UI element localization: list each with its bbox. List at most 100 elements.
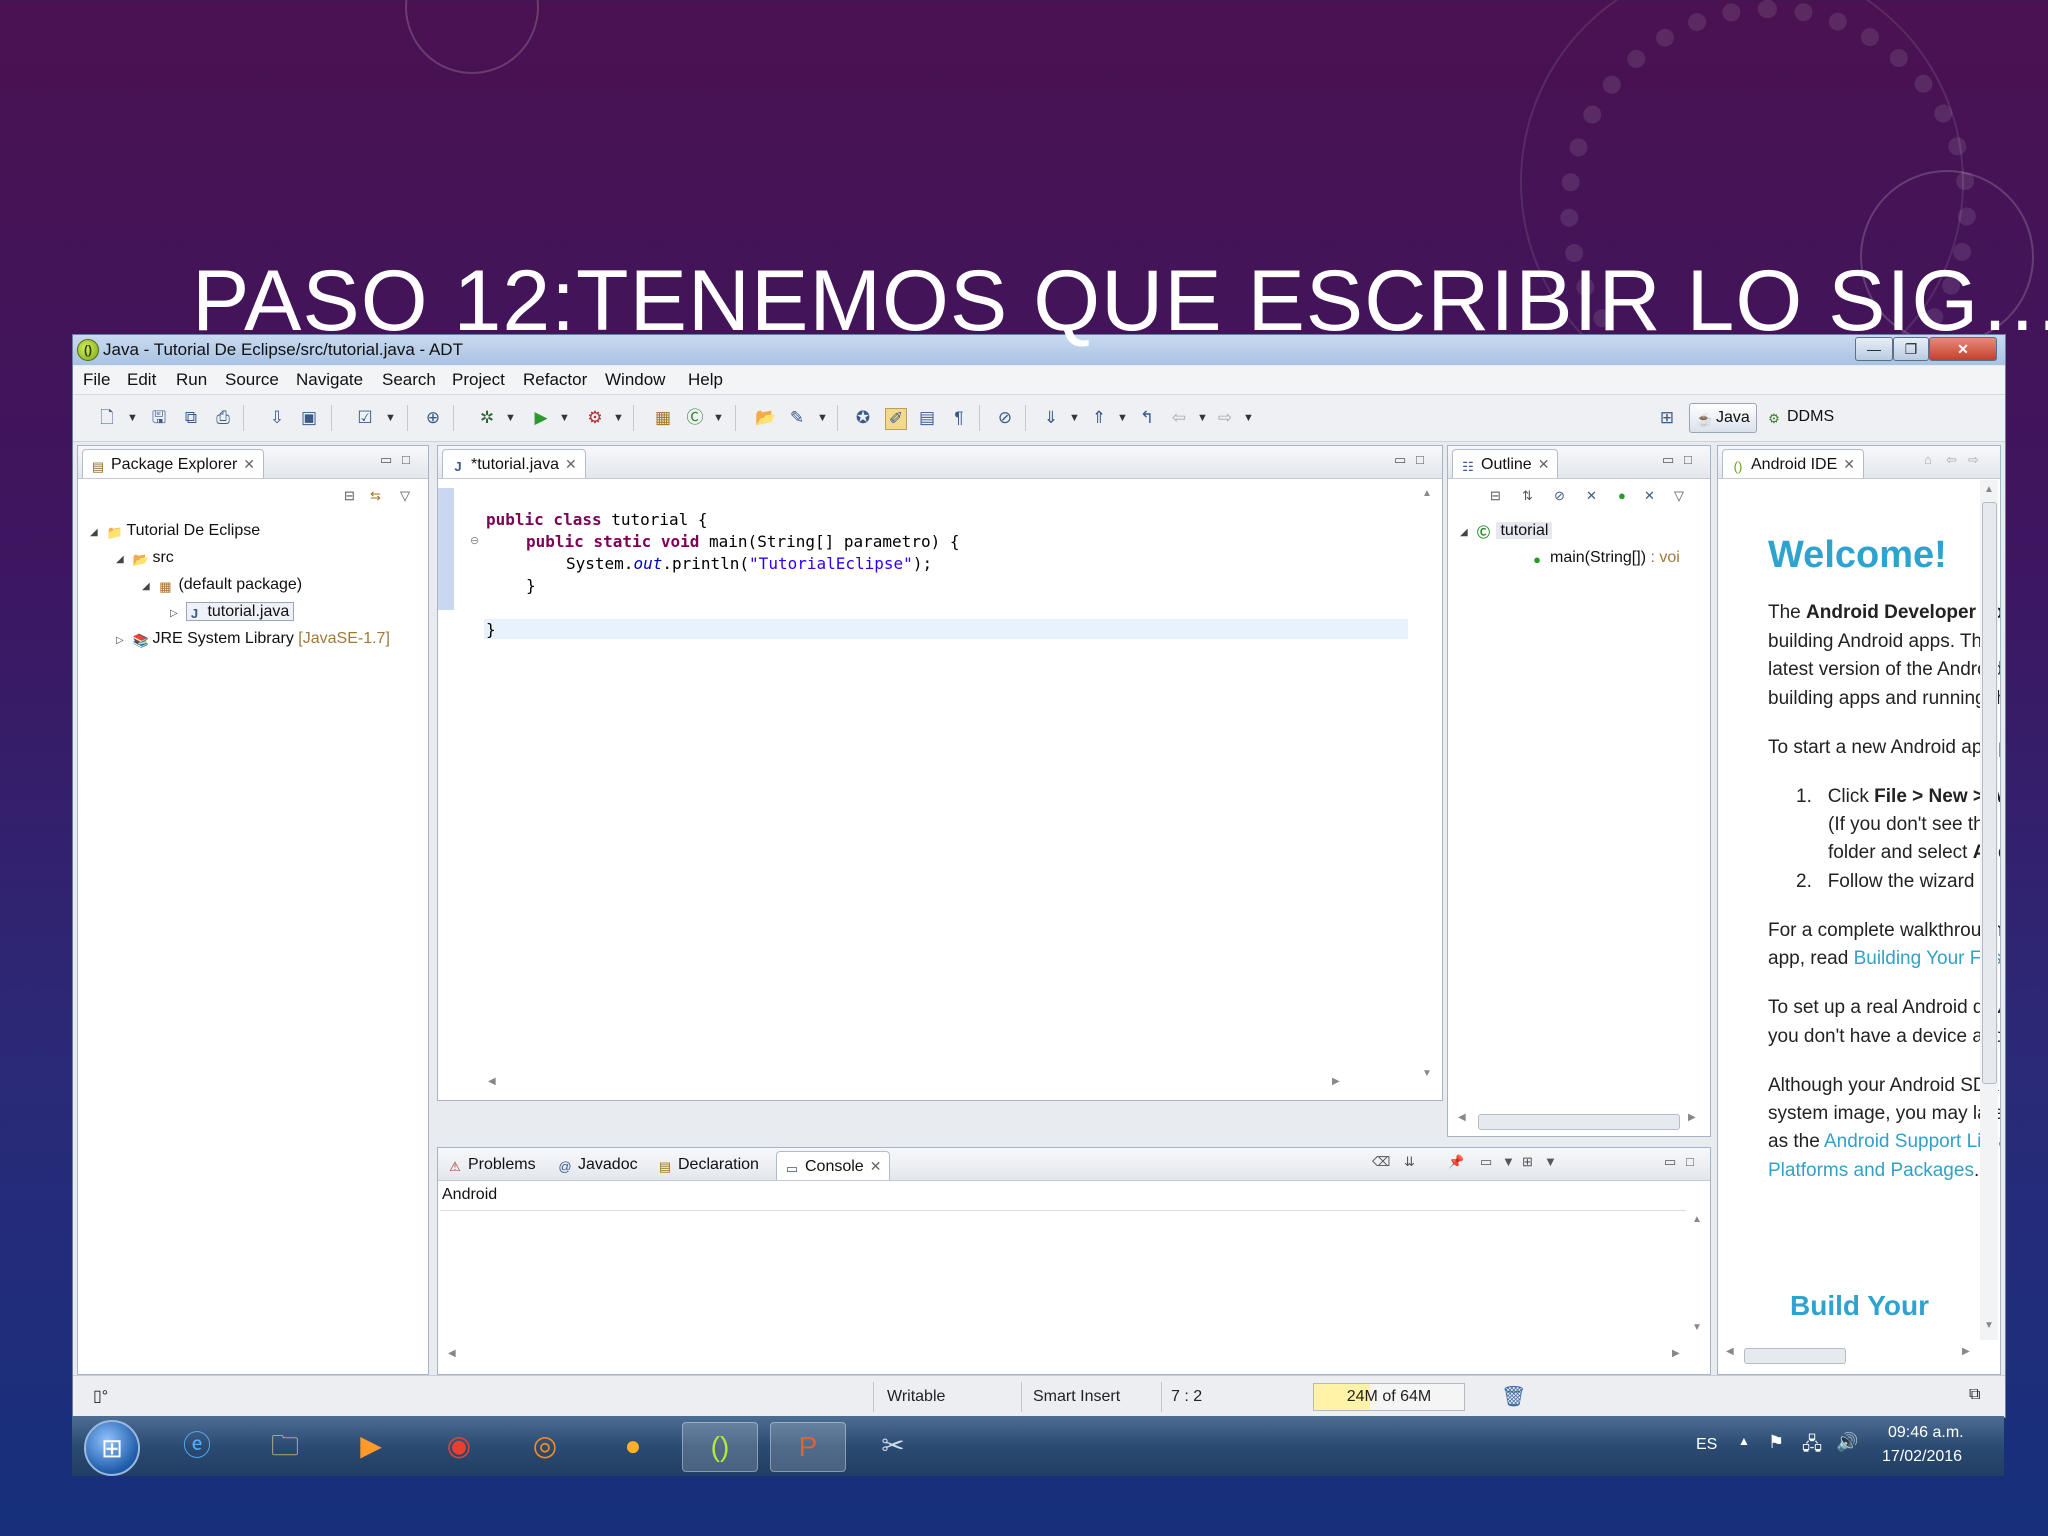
minimize-icon[interactable]: ▭ xyxy=(1394,452,1406,468)
expand-icon[interactable]: ◢ xyxy=(116,554,128,565)
clear-console-icon[interactable]: ⌫ xyxy=(1372,1154,1390,1170)
lint-icon[interactable]: ☑ xyxy=(355,408,375,428)
menu-project[interactable]: Project xyxy=(452,370,505,390)
close-icon[interactable]: ✕ xyxy=(870,1158,882,1174)
tab-problems[interactable]: ⚠ Problems xyxy=(440,1151,544,1179)
chevron-down-icon[interactable]: ▼ xyxy=(1069,408,1080,428)
building-first-app-link[interactable]: Building Your First A xyxy=(1854,948,2000,969)
volume-icon[interactable]: 🔊 xyxy=(1836,1432,1858,1453)
chevron-down-icon[interactable]: ▼ xyxy=(1243,408,1254,428)
scroll-right-icon[interactable]: ▶ xyxy=(1688,1112,1696,1123)
scroll-lock-icon[interactable]: ⇊ xyxy=(1404,1154,1415,1170)
mark-occurrences-icon[interactable]: ✐ xyxy=(885,408,907,430)
hide-static-icon[interactable]: ✕ xyxy=(1586,488,1597,504)
sdk-manager-icon[interactable]: ⇩ xyxy=(267,408,287,428)
taskbar-explorer-icon[interactable]: 🗀 xyxy=(248,1422,322,1470)
chevron-down-icon[interactable]: ▼ xyxy=(1117,408,1128,428)
minimize-icon[interactable]: ▭ xyxy=(1662,452,1674,468)
java-perspective-button[interactable]: ☕ Java xyxy=(1689,403,1757,433)
tree-jre-library[interactable]: ▷ 📚 JRE System Library [JavaSE-1.7] xyxy=(116,630,390,648)
maximize-icon[interactable]: □ xyxy=(1416,452,1424,467)
new-icon[interactable]: 🗋 xyxy=(97,408,117,428)
fold-toggle-icon[interactable]: ⊖ xyxy=(470,534,479,547)
tab-javadoc[interactable]: @ Javadoc xyxy=(550,1151,646,1179)
tab-console[interactable]: ▭ Console ✕ xyxy=(776,1151,891,1180)
pin-console-icon[interactable]: 📌 xyxy=(1448,1154,1464,1170)
scroll-right-icon[interactable]: ▶ xyxy=(1672,1348,1680,1359)
menu-search[interactable]: Search xyxy=(382,370,436,390)
back-icon[interactable]: ⇦ xyxy=(1169,408,1189,428)
debug-icon[interactable]: ✲ xyxy=(477,408,497,428)
menu-refactor[interactable]: Refactor xyxy=(523,370,587,390)
scroll-up-icon[interactable]: ▲ xyxy=(1692,1214,1702,1225)
scroll-down-icon[interactable]: ▼ xyxy=(1422,1068,1432,1079)
menu-edit[interactable]: Edit xyxy=(127,370,156,390)
taskbar-chrome-icon[interactable]: ◉ xyxy=(422,1422,496,1470)
outline-method[interactable]: ● main(String[]) : voi xyxy=(1530,549,1680,567)
run-icon[interactable]: ▶ xyxy=(531,408,551,428)
scroll-thumb[interactable] xyxy=(1982,502,1997,1084)
code-line-1[interactable]: public class tutorial { xyxy=(486,510,708,529)
scroll-thumb[interactable] xyxy=(1478,1114,1680,1130)
save-icon[interactable]: 🖫 xyxy=(149,408,169,428)
scroll-left-icon[interactable]: ◀ xyxy=(488,1076,496,1087)
scroll-left-icon[interactable]: ◀ xyxy=(448,1348,456,1359)
chevron-down-icon[interactable]: ▼ xyxy=(559,408,570,428)
minimize-trim-icon[interactable]: ⧉ xyxy=(1969,1386,1980,1404)
clock-date[interactable]: 17/02/2016 xyxy=(1882,1448,1962,1466)
chevron-down-icon[interactable]: ▼ xyxy=(713,408,724,428)
skip-breakpoints-icon[interactable]: ⊘ xyxy=(995,408,1015,428)
close-icon[interactable]: ✕ xyxy=(1843,456,1855,472)
sort-icon[interactable]: ⇅ xyxy=(1522,488,1533,504)
forward-icon[interactable]: ⇨ xyxy=(1215,408,1235,428)
maximize-icon[interactable]: □ xyxy=(1686,1154,1694,1169)
chevron-down-icon[interactable]: ▼ xyxy=(127,408,138,428)
open-type-icon[interactable]: 📂 xyxy=(755,408,776,428)
fast-view-icon[interactable]: ▯° xyxy=(93,1386,108,1406)
action-center-icon[interactable]: ⚑ xyxy=(1768,1432,1784,1453)
menu-run[interactable]: Run xyxy=(176,370,207,390)
tab-tutorial-java[interactable]: J *tutorial.java ✕ xyxy=(442,449,586,478)
tab-android-ide[interactable]: () Android IDE ✕ xyxy=(1722,449,1864,478)
console-output[interactable] xyxy=(440,1210,1686,1343)
home-icon[interactable]: ⌂ xyxy=(1924,452,1932,467)
menu-file[interactable]: File xyxy=(83,370,110,390)
scroll-thumb[interactable] xyxy=(1744,1348,1846,1364)
scroll-up-icon[interactable]: ▲ xyxy=(1984,484,1994,495)
back-icon[interactable]: ⇦ xyxy=(1946,452,1957,468)
taskbar-firefox-icon[interactable]: ◎ xyxy=(508,1422,582,1470)
avd-manager-icon[interactable]: ▣ xyxy=(299,408,319,428)
code-line-3[interactable]: System.out.println("TutorialEclipse"); xyxy=(566,554,932,573)
expand-icon[interactable]: ◢ xyxy=(1460,527,1472,538)
scroll-down-icon[interactable]: ▼ xyxy=(1692,1322,1702,1333)
maximize-icon[interactable]: □ xyxy=(402,452,410,467)
menu-navigate[interactable]: Navigate xyxy=(296,370,363,390)
start-button[interactable]: ⊞ xyxy=(84,1420,140,1476)
show-whitespace-icon[interactable]: ¶ xyxy=(949,408,969,428)
next-annotation-icon[interactable]: ⇓ xyxy=(1041,408,1061,428)
search-icon[interactable]: ✎ xyxy=(787,408,807,428)
save-all-icon[interactable]: ⧉ xyxy=(181,408,201,428)
collapse-all-icon[interactable]: ⊟ xyxy=(1490,488,1501,504)
forward-icon[interactable]: ⇨ xyxy=(1968,452,1979,468)
clock-time[interactable]: 09:46 a.m. xyxy=(1888,1424,1964,1442)
tree-src[interactable]: ◢ 📂 src xyxy=(116,549,174,567)
chevron-down-icon[interactable]: ▼ xyxy=(613,408,624,428)
horizontal-scrollbar[interactable]: ◀ ▶ xyxy=(484,1076,1384,1094)
chevron-down-icon[interactable]: ▼ xyxy=(385,408,396,428)
tree-project[interactable]: ◢ 📁 Tutorial De Eclipse xyxy=(90,522,260,540)
menu-source[interactable]: Source xyxy=(225,370,279,390)
taskbar-app-icon[interactable]: ● xyxy=(596,1422,670,1470)
taskbar-eclipse-adt-icon[interactable]: () xyxy=(682,1422,758,1472)
collapse-all-icon[interactable]: ⊟ xyxy=(344,488,355,504)
hide-nonpublic-icon[interactable]: ● xyxy=(1618,488,1626,503)
tree-tutorial-java[interactable]: ▷ Jtutorial.java xyxy=(170,602,295,621)
network-icon[interactable]: 🖧 xyxy=(1802,1432,1822,1462)
welcome-horizontal-scrollbar[interactable]: ◀ ▶ xyxy=(1724,1346,1980,1364)
chevron-down-icon[interactable]: ▼ xyxy=(1544,1154,1557,1169)
garbage-collect-icon[interactable]: 🗑 xyxy=(1501,1384,1526,1409)
previous-annotation-icon[interactable]: ⇑ xyxy=(1089,408,1109,428)
code-line-4[interactable]: } xyxy=(526,576,536,595)
code-line-6[interactable]: } xyxy=(486,620,496,639)
close-icon[interactable]: ✕ xyxy=(1538,456,1550,472)
